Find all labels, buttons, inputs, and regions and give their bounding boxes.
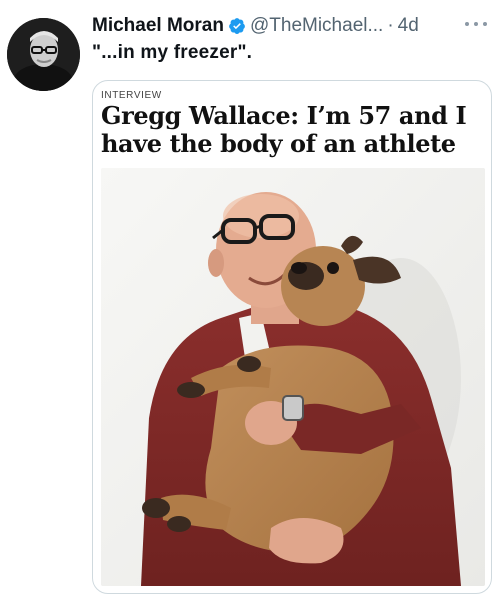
author-avatar[interactable]	[7, 18, 80, 91]
man-hugging-dog-image-icon	[101, 168, 485, 586]
separator-dot: ·	[387, 15, 394, 36]
more-options-icon[interactable]	[463, 16, 489, 32]
author-display-name[interactable]: Michael Moran	[92, 15, 224, 37]
avatar-photo-icon	[7, 18, 80, 91]
link-card[interactable]: INTERVIEW Gregg Wallace: I’m 57 and I ha…	[92, 80, 492, 594]
card-kicker: INTERVIEW	[101, 90, 162, 101]
author-handle[interactable]: @TheMichael...	[250, 15, 383, 37]
card-image[interactable]	[101, 168, 485, 586]
verified-badge-icon	[229, 18, 245, 34]
tweet[interactable]: Michael Moran @TheMichael... · 4d "...in…	[0, 0, 495, 600]
tweet-text: "...in my freezer".	[92, 42, 253, 63]
tweet-timestamp[interactable]: 4d	[398, 15, 419, 37]
card-headline[interactable]: Gregg Wallace: I’m 57 and I have the bod…	[101, 102, 485, 158]
tweet-header: Michael Moran @TheMichael... · 4d	[92, 12, 492, 40]
